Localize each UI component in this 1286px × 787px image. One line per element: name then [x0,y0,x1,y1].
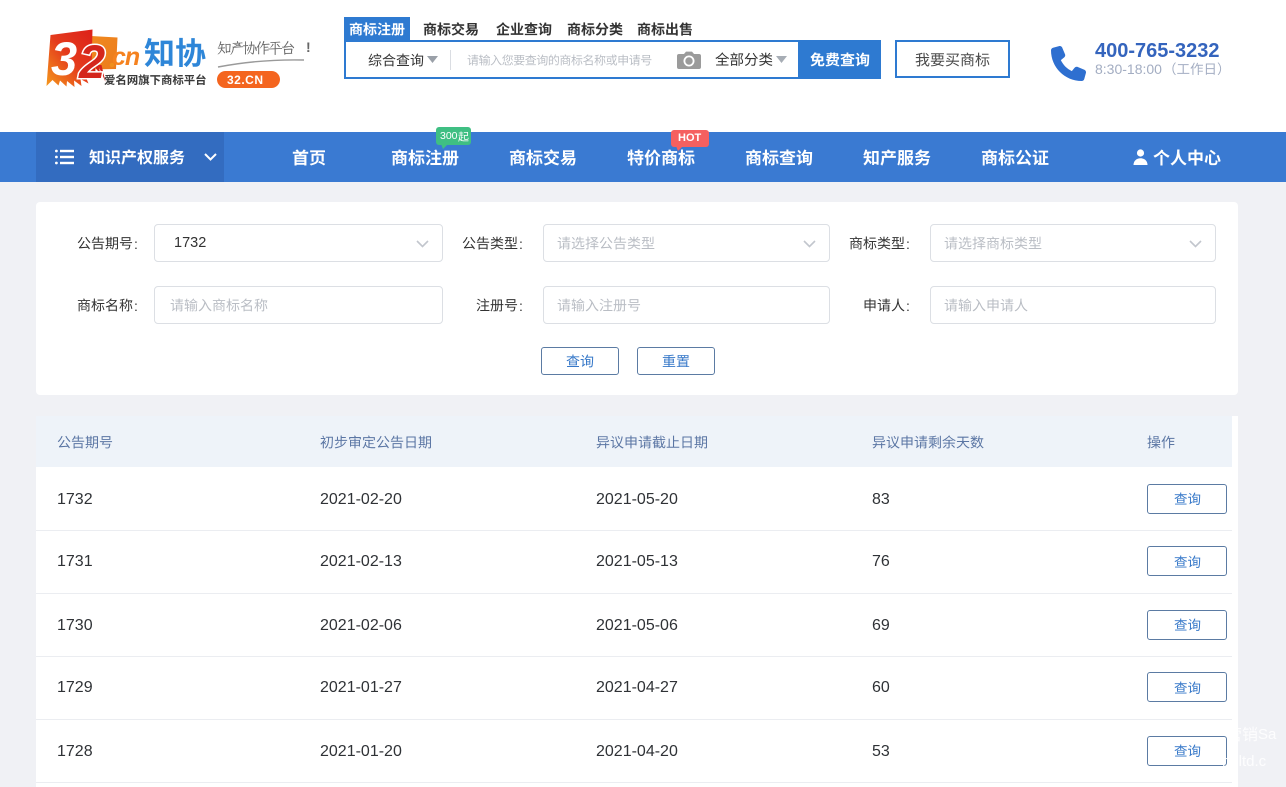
svg-text:2: 2 [78,35,105,88]
svg-text:3: 3 [51,32,77,85]
